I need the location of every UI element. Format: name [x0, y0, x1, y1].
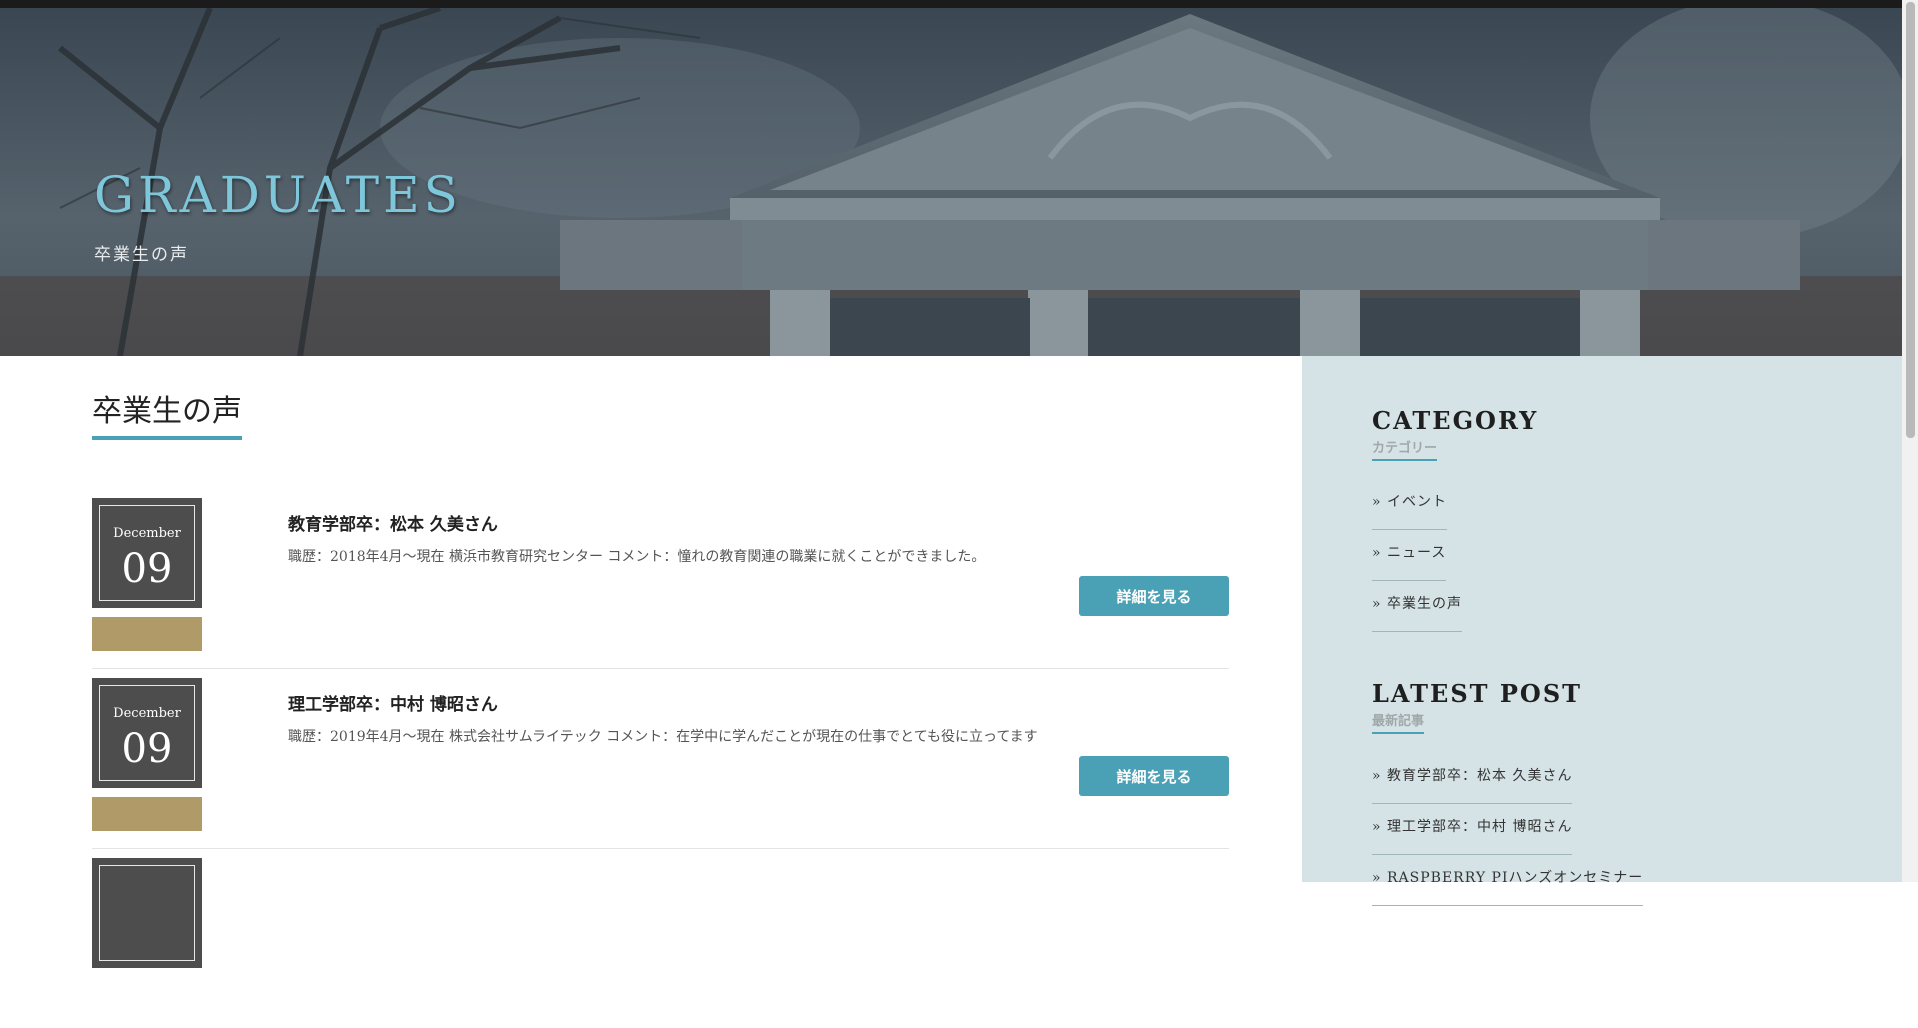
date-badge-frame: December 09 — [99, 505, 195, 601]
date-day: 09 — [121, 726, 173, 772]
page-title: 卒業生の声 — [92, 386, 242, 440]
date-month: December — [113, 706, 181, 721]
hero-banner: GRADUATES 卒業生の声 — [0, 8, 1902, 356]
latest-post-heading: LATEST POST 最新記事 — [1372, 679, 1582, 734]
post-excerpt: 職歴：2019年4月～現在 株式会社サムライテック コメント：在学中に学んだこと… — [288, 729, 1038, 745]
page-scrollbar[interactable] — [1902, 0, 1918, 882]
date-day: 09 — [121, 546, 173, 592]
main-content: 卒業生の声 December 09 教育学部卒：松本 久美さん 職歴：2018年… — [0, 356, 1302, 968]
latest-post-subtitle: 最新記事 — [1372, 710, 1425, 734]
latest-post-title: LATEST POST — [1372, 679, 1583, 708]
post-excerpt: 職歴：2018年4月～現在 横浜市教育研究センター コメント：憧れの教育関連の職… — [288, 549, 986, 565]
post-item — [92, 858, 1229, 1028]
latest-post-item[interactable]: » RASPBERRY PIハンズオンセミナー — [1372, 867, 1644, 906]
latest-post-item[interactable]: » 理工学部卒：中村 博昭さん — [1372, 816, 1573, 855]
top-bar — [0, 0, 1902, 8]
hero-subtitle: 卒業生の声 — [94, 245, 189, 265]
category-subtitle: カテゴリー — [1372, 437, 1438, 461]
date-badge-frame: December 09 — [99, 685, 195, 781]
latest-post-item[interactable]: » 教育学部卒：松本 久美さん — [1372, 765, 1573, 804]
view-details-button[interactable]: 詳細を見る — [1079, 756, 1229, 796]
scrollbar-thumb[interactable] — [1906, 2, 1915, 438]
date-ribbon — [92, 617, 202, 651]
date-badge: December 09 — [92, 678, 202, 788]
category-item-news[interactable]: » ニュース — [1372, 542, 1447, 581]
hero-title: GRADUATES — [94, 166, 462, 224]
category-heading: CATEGORY カテゴリー — [1372, 406, 1538, 461]
date-badge-frame — [99, 865, 195, 961]
date-badge: December 09 — [92, 498, 202, 608]
date-badge — [92, 858, 202, 968]
date-month: December — [113, 526, 181, 541]
post-title[interactable]: 理工学部卒：中村 博昭さん — [288, 690, 498, 715]
date-ribbon — [92, 797, 202, 831]
view-details-button[interactable]: 詳細を見る — [1079, 576, 1229, 616]
post-item: December 09 理工学部卒：中村 博昭さん 職歴：2019年4月～現在 … — [92, 678, 1229, 849]
post-title[interactable]: 教育学部卒：松本 久美さん — [288, 510, 498, 535]
category-item-event[interactable]: » イベント — [1372, 491, 1448, 530]
category-item-graduates[interactable]: » 卒業生の声 — [1372, 593, 1463, 632]
sidebar: CATEGORY カテゴリー » イベント » ニュース » 卒業生の声 LAT… — [1302, 356, 1902, 906]
category-title: CATEGORY — [1372, 406, 1539, 435]
post-item: December 09 教育学部卒：松本 久美さん 職歴：2018年4月～現在 … — [92, 498, 1229, 669]
